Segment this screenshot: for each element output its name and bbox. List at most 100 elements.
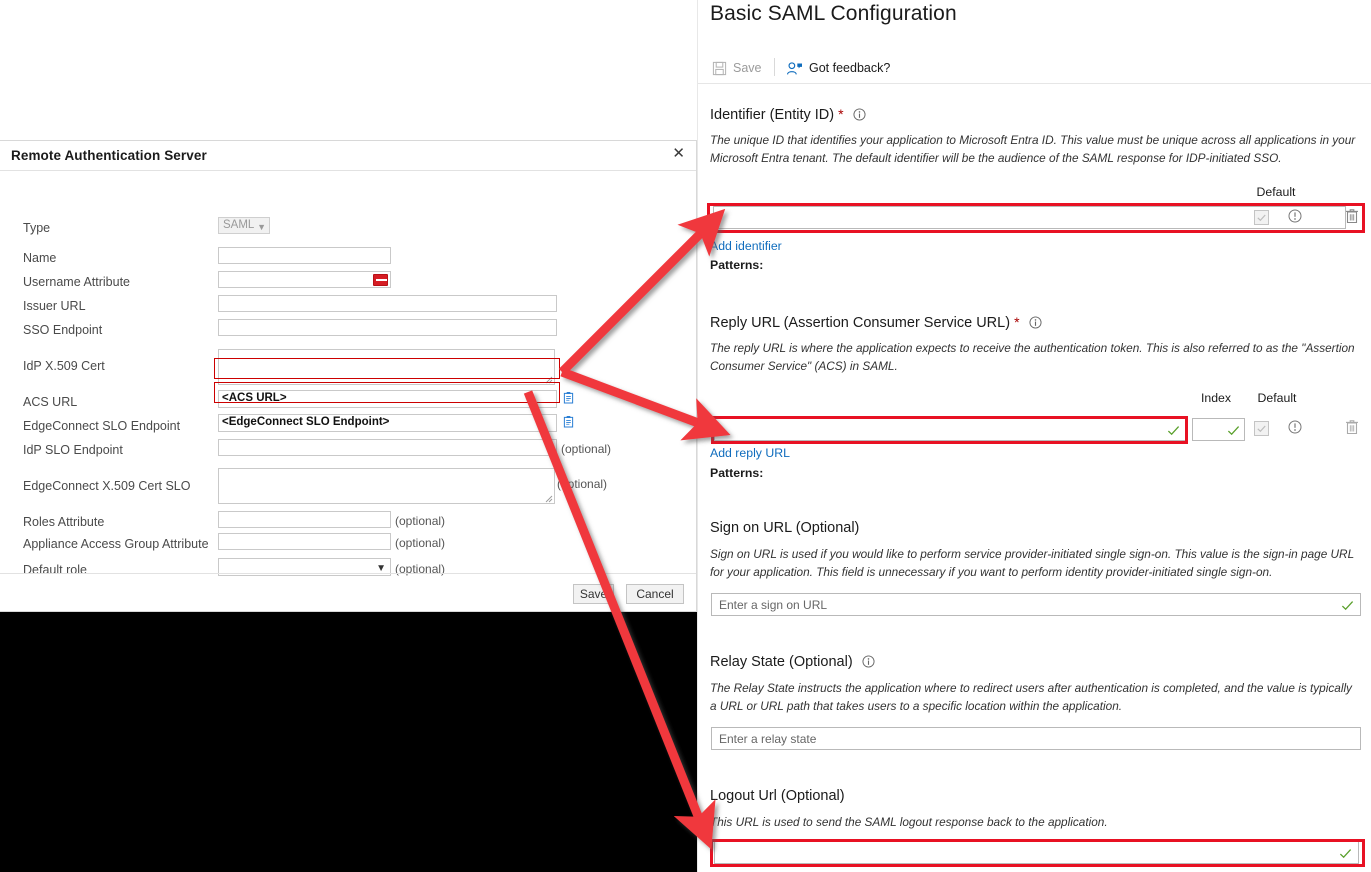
issuer-url-label: Issuer URL xyxy=(23,299,86,313)
sso-endpoint-input[interactable] xyxy=(218,319,557,336)
relay-state-placeholder: Enter a relay state xyxy=(719,732,816,746)
username-attribute-picker-button[interactable] xyxy=(373,274,388,286)
identifier-description: The unique ID that identifies your appli… xyxy=(710,131,1360,167)
reply-url-value-input[interactable] xyxy=(714,418,1186,441)
relay-state-description: The Relay State instructs the applicatio… xyxy=(710,679,1360,715)
edgeconnect-slo-endpoint-input[interactable]: <EdgeConnect SLO Endpoint> xyxy=(218,414,557,432)
identifier-delete-icon[interactable] xyxy=(1345,208,1359,224)
reply-url-delete-icon[interactable] xyxy=(1345,419,1359,435)
page-title: Basic SAML Configuration xyxy=(710,2,957,26)
relay-state-title-text: Relay State (Optional) xyxy=(710,654,853,670)
relay-state-section-title: Relay State (Optional) xyxy=(710,654,875,670)
close-icon[interactable]: ✕ xyxy=(672,146,685,161)
reply-url-required-marker: * xyxy=(1014,314,1019,330)
screenshot-root: Remote Authentication Server ✕ Type SAML… xyxy=(0,0,1371,872)
reply-url-index-column-header: Index xyxy=(1186,391,1246,405)
username-attribute-label: Username Attribute xyxy=(23,275,130,289)
type-label: Type xyxy=(23,221,50,235)
edgeconnect-slo-endpoint-value: <EdgeConnect SLO Endpoint> xyxy=(222,416,389,428)
sign-on-url-description: Sign on URL is used if you would like to… xyxy=(710,545,1365,581)
chevron-down-icon: ▼ xyxy=(257,220,266,235)
reply-url-index-input[interactable] xyxy=(1192,418,1245,441)
edgeconnect-x509-cert-slo-optional-note: (optional) xyxy=(557,477,607,491)
got-feedback-command[interactable]: Got feedback? xyxy=(786,57,890,79)
valid-check-icon xyxy=(1227,424,1240,437)
issuer-url-input[interactable] xyxy=(218,295,557,312)
reply-url-row-info-icon[interactable] xyxy=(1288,420,1302,434)
roles-attribute-input[interactable] xyxy=(218,511,391,528)
idp-slo-endpoint-label: IdP SLO Endpoint xyxy=(23,443,123,457)
dialog-titlebar: Remote Authentication Server ✕ xyxy=(0,141,696,171)
resize-grip-icon xyxy=(543,374,553,384)
idp-slo-endpoint-input[interactable] xyxy=(218,439,557,456)
appliance-access-group-optional-note: (optional) xyxy=(395,536,445,550)
identifier-default-column-header: Default xyxy=(1231,185,1321,199)
identifier-patterns-label: Patterns: xyxy=(710,258,763,272)
reply-url-default-checkbox[interactable] xyxy=(1254,421,1269,436)
add-reply-url-link[interactable]: Add reply URL xyxy=(710,446,790,460)
reply-url-section-title: Reply URL (Assertion Consumer Service UR… xyxy=(710,314,1042,331)
acs-url-input[interactable]: <ACS URL> xyxy=(218,390,557,408)
identifier-default-checkbox[interactable] xyxy=(1254,210,1269,225)
dialog-title: Remote Authentication Server xyxy=(11,148,207,163)
relay-state-input[interactable]: Enter a relay state xyxy=(711,727,1361,750)
basic-saml-configuration-panel: Basic SAML Configuration Save Got feedba… xyxy=(697,0,1371,872)
identifier-section-title: Identifier (Entity ID) * xyxy=(710,106,866,123)
left-pane: Remote Authentication Server ✕ Type SAML… xyxy=(0,0,697,872)
got-feedback-label: Got feedback? xyxy=(809,61,890,75)
type-select[interactable]: SAML ▼ xyxy=(218,217,270,234)
identifier-required-marker: * xyxy=(838,106,843,122)
save-command[interactable]: Save xyxy=(712,57,762,79)
valid-check-icon xyxy=(1341,599,1354,612)
identifier-row-info-icon[interactable] xyxy=(1288,209,1302,223)
remote-authentication-server-dialog: Remote Authentication Server ✕ Type SAML… xyxy=(0,140,697,612)
command-divider xyxy=(774,58,775,76)
info-icon[interactable] xyxy=(853,108,866,121)
name-label: Name xyxy=(23,251,56,265)
copy-icon[interactable] xyxy=(563,415,574,428)
save-command-label: Save xyxy=(733,61,762,75)
type-select-value: SAML xyxy=(223,219,254,231)
username-attribute-input[interactable] xyxy=(218,271,391,288)
add-identifier-link[interactable]: Add identifier xyxy=(710,239,782,253)
checkmark-icon xyxy=(1255,211,1268,224)
reply-url-patterns-label: Patterns: xyxy=(710,466,763,480)
identifier-title-text: Identifier (Entity ID) xyxy=(710,107,834,123)
logout-url-section-title: Logout Url (Optional) xyxy=(710,788,845,804)
logout-url-input[interactable] xyxy=(714,841,1359,864)
copy-icon[interactable] xyxy=(563,391,574,404)
edgeconnect-slo-endpoint-label: EdgeConnect SLO Endpoint xyxy=(23,419,180,433)
sign-on-url-input[interactable]: Enter a sign on URL xyxy=(711,593,1361,616)
save-button[interactable]: Save xyxy=(573,584,614,604)
info-icon[interactable] xyxy=(1029,316,1042,329)
valid-check-icon xyxy=(1339,847,1352,860)
edgeconnect-x509-cert-slo-label: EdgeConnect X.509 Cert SLO xyxy=(23,479,190,493)
cancel-button[interactable]: Cancel xyxy=(626,584,684,604)
appliance-access-group-attribute-input[interactable] xyxy=(218,533,391,550)
checkmark-icon xyxy=(1255,422,1268,435)
reply-url-title-text: Reply URL (Assertion Consumer Service UR… xyxy=(710,315,1010,331)
feedback-person-icon xyxy=(786,61,803,76)
black-region xyxy=(0,612,697,872)
sign-on-url-placeholder: Enter a sign on URL xyxy=(719,598,827,612)
save-icon xyxy=(712,61,727,76)
logout-url-description: This URL is used to send the SAML logout… xyxy=(710,813,1360,831)
idp-slo-endpoint-optional-note: (optional) xyxy=(561,442,611,456)
idp-x509-cert-label: IdP X.509 Cert xyxy=(23,359,105,373)
acs-url-value: <ACS URL> xyxy=(222,392,287,404)
name-input[interactable] xyxy=(218,247,391,264)
dialog-footer: Save Cancel xyxy=(0,573,696,611)
sign-on-url-section-title: Sign on URL (Optional) xyxy=(710,520,859,536)
edgeconnect-x509-cert-slo-textarea[interactable] xyxy=(218,468,555,504)
roles-attribute-label: Roles Attribute xyxy=(23,515,104,529)
reply-url-default-column-header: Default xyxy=(1244,391,1310,405)
resize-grip-icon xyxy=(543,493,553,503)
command-bar: Save Got feedback? xyxy=(698,54,1371,84)
identifier-value-input[interactable] xyxy=(713,206,1346,229)
appliance-access-group-attribute-label: Appliance Access Group Attribute xyxy=(23,537,209,551)
sso-endpoint-label: SSO Endpoint xyxy=(23,323,102,337)
idp-x509-cert-textarea[interactable] xyxy=(218,349,555,385)
acs-url-label: ACS URL xyxy=(23,395,77,409)
roles-attribute-optional-note: (optional) xyxy=(395,514,445,528)
info-icon[interactable] xyxy=(862,655,875,668)
